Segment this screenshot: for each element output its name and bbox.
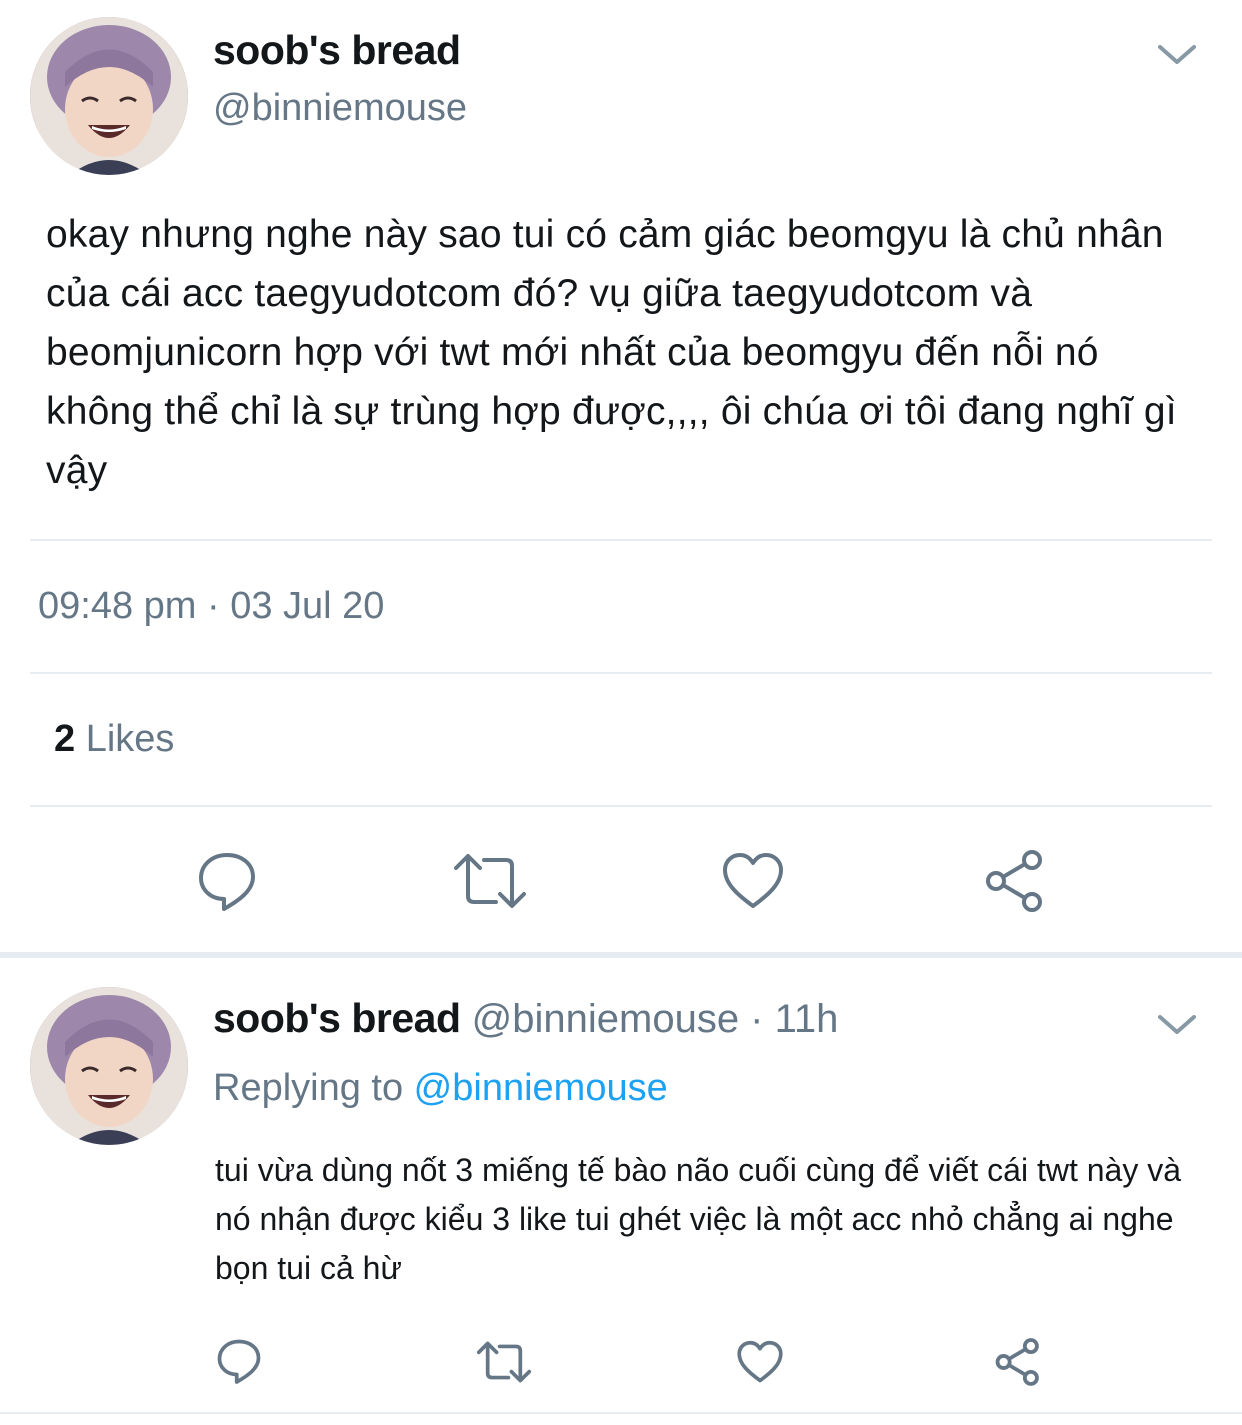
chevron-down-icon[interactable] [1156,40,1198,70]
display-name[interactable]: soob's bread [213,27,461,74]
likes-label: Likes [75,718,175,760]
retweet-button[interactable] [474,1338,534,1386]
handle-and-time[interactable]: @binniemouse · 11h [461,997,839,1041]
reply-icon [199,853,255,911]
like-icon [723,853,783,908]
like-button[interactable] [734,1338,786,1386]
divider [30,672,1212,674]
share-icon [986,850,1042,912]
retweet-button[interactable] [450,848,530,914]
reply-button[interactable] [192,846,262,916]
tweet-text: tui vừa dùng nốt 3 miếng tế bào não cuối… [215,1152,1182,1286]
replying-to: Replying to @binniemouse [213,1067,668,1110]
tweet-text: okay nhưng nghe này sao tui có cảm giác … [46,213,1177,492]
user-handle[interactable]: @binniemouse [213,87,467,130]
chevron-down-icon[interactable] [1156,1010,1198,1040]
mention-link[interactable]: @binniemouse [414,1067,668,1109]
reply-button[interactable] [214,1336,264,1386]
share-button[interactable] [992,1336,1044,1388]
tweet-timestamp[interactable]: 09:48 pm · 03 Jul 20 [38,585,384,628]
divider [30,805,1212,807]
retweet-icon [454,854,526,908]
main-tweet: soob's bread @binniemouse okay nhưng ngh… [0,0,1242,952]
tweet-separator [0,952,1242,958]
display-name[interactable]: soob's bread [213,995,461,1041]
likes-count: 2 [54,718,76,760]
reply-icon [217,1339,261,1384]
divider [0,1412,1242,1414]
like-button[interactable] [718,848,788,914]
reply-header: soob's bread @binniemouse · 11h [213,995,838,1042]
likes-stat[interactable]: 2 Likes [54,718,174,761]
divider [30,539,1212,541]
replying-prefix: Replying to [213,1067,414,1109]
share-button[interactable] [980,846,1050,916]
avatar[interactable] [30,987,188,1145]
share-icon [995,1338,1039,1386]
avatar[interactable] [30,17,188,175]
retweet-icon [476,1341,532,1383]
like-icon [737,1340,783,1383]
